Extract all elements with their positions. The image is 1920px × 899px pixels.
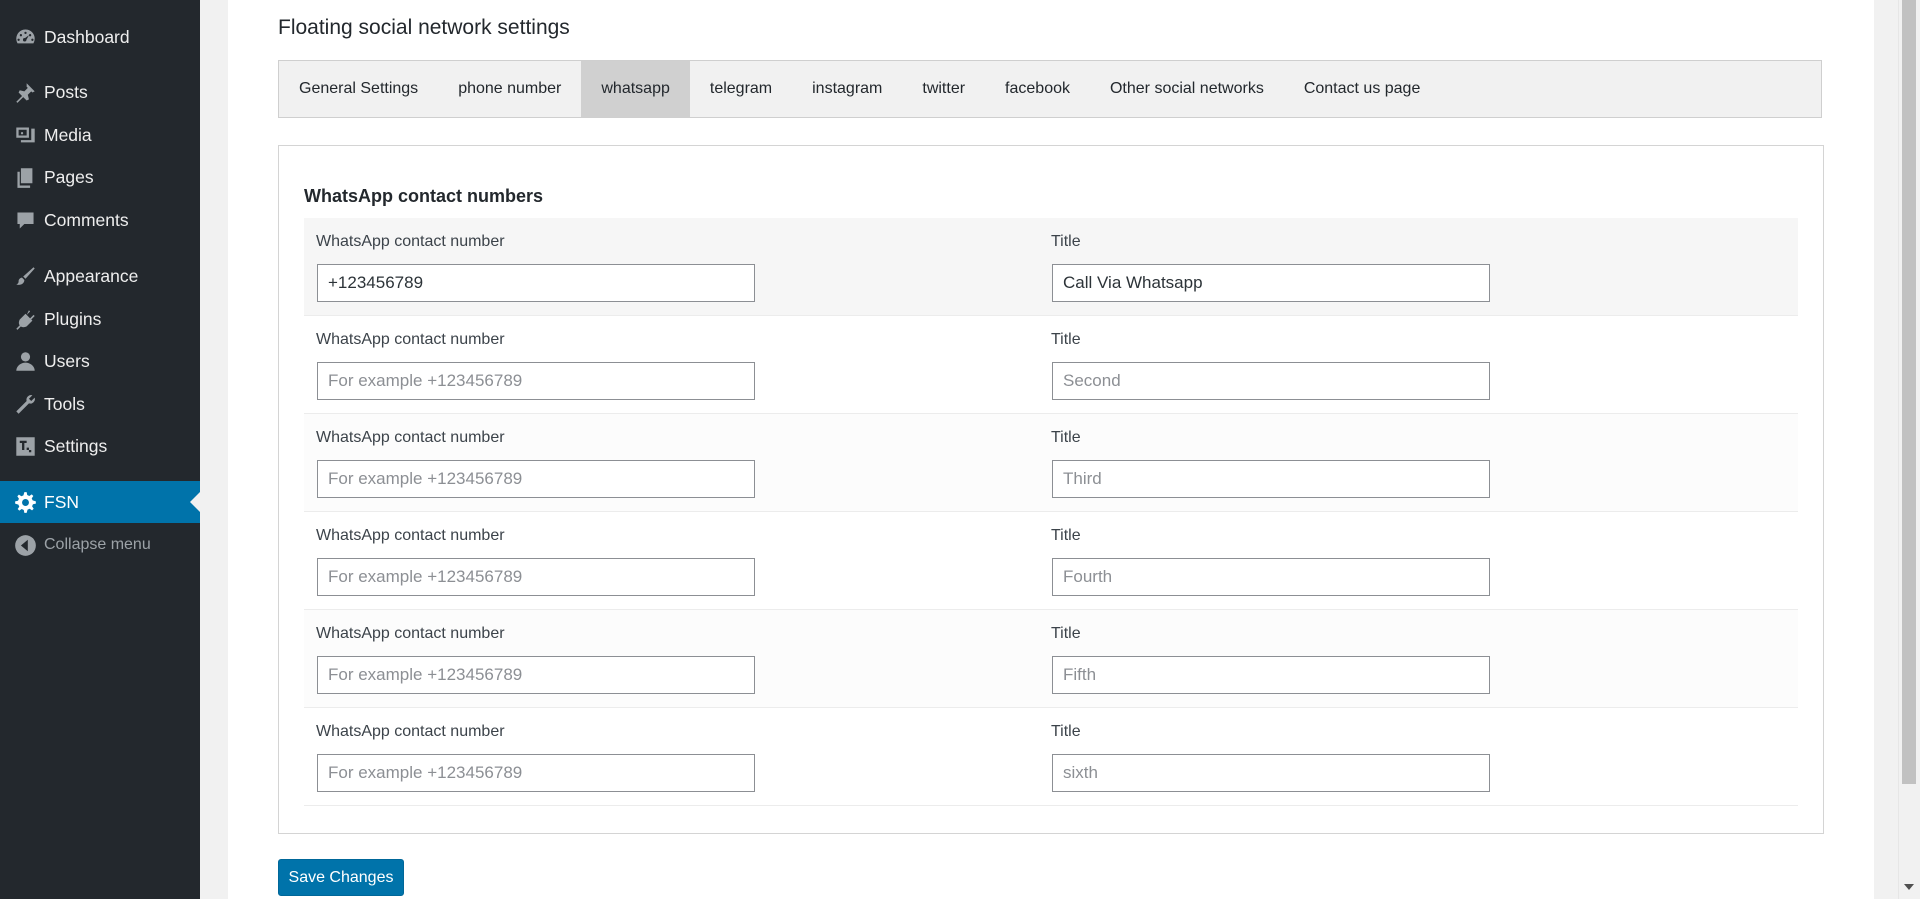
tab-twitter[interactable]: twitter xyxy=(902,61,985,117)
plug-icon xyxy=(10,304,40,334)
whatsapp-number-input-1[interactable] xyxy=(317,264,755,302)
paintbrush-icon xyxy=(10,261,40,291)
number-label: WhatsApp contact number xyxy=(316,233,505,250)
settings-tabs: General Settings phone number whatsapp t… xyxy=(278,60,1822,118)
pin-icon xyxy=(10,77,40,107)
pages-icon xyxy=(10,162,40,192)
contact-row: WhatsApp contact number Title xyxy=(304,218,1798,316)
wrench-icon xyxy=(10,389,40,419)
scroll-down-arrow-icon[interactable] xyxy=(1904,884,1914,890)
title-label: Title xyxy=(1051,527,1081,544)
whatsapp-number-input-3[interactable] xyxy=(317,460,755,498)
sidebar-item-label: Comments xyxy=(44,209,129,230)
title-input-5[interactable] xyxy=(1052,656,1490,694)
sidebar-item-users[interactable]: Users xyxy=(0,341,200,381)
contact-row: WhatsApp contact number Title xyxy=(304,708,1798,806)
sidebar-item-label: Tools xyxy=(44,393,85,414)
tab-facebook[interactable]: facebook xyxy=(985,61,1090,117)
sidebar-item-label: Plugins xyxy=(44,308,102,329)
tab-whatsapp[interactable]: whatsapp xyxy=(581,61,690,117)
sidebar-item-plugins[interactable]: Plugins xyxy=(0,299,200,339)
sidebar-item-label: Users xyxy=(44,350,90,371)
title-label: Title xyxy=(1051,233,1081,250)
tab-instagram[interactable]: instagram xyxy=(792,61,902,117)
sidebar-item-label: Settings xyxy=(44,435,108,456)
collapse-icon xyxy=(10,530,40,560)
number-label: WhatsApp contact number xyxy=(316,625,505,642)
sidebar-item-tools[interactable]: Tools xyxy=(0,384,200,424)
sidebar-item-dashboard[interactable]: Dashboard xyxy=(0,17,200,57)
number-label: WhatsApp contact number xyxy=(316,429,505,446)
sidebar-item-comments[interactable]: Comments xyxy=(0,200,200,240)
tab-contact-us-page[interactable]: Contact us page xyxy=(1284,61,1441,117)
title-input-2[interactable] xyxy=(1052,362,1490,400)
tab-general-settings[interactable]: General Settings xyxy=(279,61,438,117)
sidebar-item-media[interactable]: Media xyxy=(0,115,200,155)
sidebar-item-label: Media xyxy=(44,124,92,145)
sidebar-item-label: Posts xyxy=(44,81,88,102)
contact-row: WhatsApp contact number Title xyxy=(304,316,1798,414)
sidebar-item-label: Dashboard xyxy=(44,26,130,47)
scrollbar-thumb[interactable] xyxy=(1902,0,1916,784)
save-changes-button[interactable]: Save Changes xyxy=(278,859,404,896)
whatsapp-number-input-6[interactable] xyxy=(317,754,755,792)
title-input-3[interactable] xyxy=(1052,460,1490,498)
title-label: Title xyxy=(1051,723,1081,740)
number-label: WhatsApp contact number xyxy=(316,331,505,348)
sidebar-item-pages[interactable]: Pages xyxy=(0,157,200,197)
number-label: WhatsApp contact number xyxy=(316,723,505,740)
number-label: WhatsApp contact number xyxy=(316,527,505,544)
sidebar-item-fsn[interactable]: FSN xyxy=(0,481,200,523)
whatsapp-number-input-4[interactable] xyxy=(317,558,755,596)
title-label: Title xyxy=(1051,625,1081,642)
title-label: Title xyxy=(1051,331,1081,348)
admin-sidebar: Dashboard Posts Media Pages Comments App… xyxy=(0,0,200,899)
title-label: Title xyxy=(1051,429,1081,446)
tab-other-social-networks[interactable]: Other social networks xyxy=(1090,61,1284,117)
sidebar-item-posts[interactable]: Posts xyxy=(0,72,200,112)
sidebar-item-label: Collapse menu xyxy=(44,536,151,553)
sidebar-item-appearance[interactable]: Appearance xyxy=(0,256,200,296)
whatsapp-number-input-2[interactable] xyxy=(317,362,755,400)
media-icon xyxy=(10,120,40,150)
comment-icon xyxy=(10,205,40,235)
title-input-6[interactable] xyxy=(1052,754,1490,792)
gear-icon xyxy=(10,487,40,517)
tab-telegram[interactable]: telegram xyxy=(690,61,792,117)
section-title: WhatsApp contact numbers xyxy=(304,186,544,206)
sidebar-item-label: Appearance xyxy=(44,265,139,286)
sidebar-item-settings[interactable]: Settings xyxy=(0,426,200,466)
contact-row: WhatsApp contact number Title xyxy=(304,414,1798,512)
current-menu-arrow xyxy=(190,492,200,512)
sidebar-item-label: FSN xyxy=(44,491,79,512)
collapse-menu-button[interactable]: Collapse menu xyxy=(0,525,200,565)
title-input-4[interactable] xyxy=(1052,558,1490,596)
user-icon xyxy=(10,346,40,376)
dashboard-icon xyxy=(10,22,40,52)
whatsapp-number-input-5[interactable] xyxy=(317,656,755,694)
contact-row: WhatsApp contact number Title xyxy=(304,512,1798,610)
page-title: Floating social network settings xyxy=(278,16,570,39)
sidebar-item-label: Pages xyxy=(44,166,94,187)
sliders-icon xyxy=(10,431,40,461)
tab-phone-number[interactable]: phone number xyxy=(438,61,581,117)
contact-row: WhatsApp contact number Title xyxy=(304,610,1798,708)
title-input-1[interactable] xyxy=(1052,264,1490,302)
whatsapp-settings-form: WhatsApp contact numbers WhatsApp contac… xyxy=(278,145,1824,834)
